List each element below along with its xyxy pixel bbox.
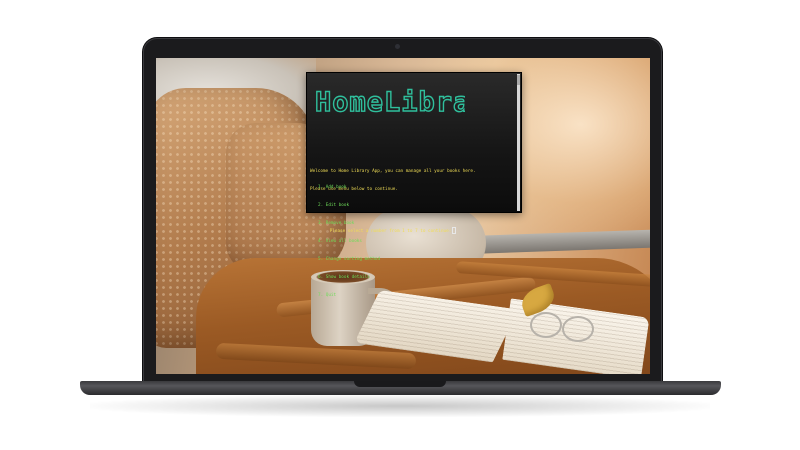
terminal-window[interactable]: HomeLibrary Welcome to Home Library App,…	[306, 72, 522, 298]
terminal-scrollbar[interactable]	[517, 74, 520, 211]
input-prompt: Please select a number from 1 to 7 to co…	[329, 229, 452, 234]
laptop-screen-bezel: HomeLibrary Welcome to Home Library App,…	[143, 38, 662, 383]
menu-item-show-details: 6. Show book details	[318, 275, 370, 280]
menu-item-quit: 7. Quit	[318, 293, 337, 298]
menu-item-add-book: 1. Add book	[318, 185, 347, 190]
input-prompt-line[interactable]: Please select a number from 1 to 7 to co…	[309, 221, 457, 241]
text-cursor-icon[interactable]	[452, 227, 457, 234]
menu-item-edit-book: 2. Edit book	[318, 203, 350, 208]
laptop-shadow	[90, 395, 710, 417]
app-banner-text: HomeLibrary	[315, 87, 465, 118]
menu-item-change-sorting: 5. Change sorting method	[318, 257, 381, 262]
wallpaper-glasses-lens	[530, 312, 562, 338]
laptop-opening-notch	[354, 381, 446, 387]
webcam-icon	[395, 44, 400, 49]
wallpaper-glasses-lens	[562, 316, 594, 342]
laptop-base	[80, 381, 721, 395]
app-banner: HomeLibrary	[315, 86, 465, 118]
desktop-screen: HomeLibrary Welcome to Home Library App,…	[156, 58, 650, 374]
wallpaper-glasses	[526, 308, 596, 342]
main-menu: 1. Add book 2. Edit book 3. Remove book …	[318, 173, 380, 311]
terminal-scrollbar-thumb[interactable]	[517, 75, 520, 85]
